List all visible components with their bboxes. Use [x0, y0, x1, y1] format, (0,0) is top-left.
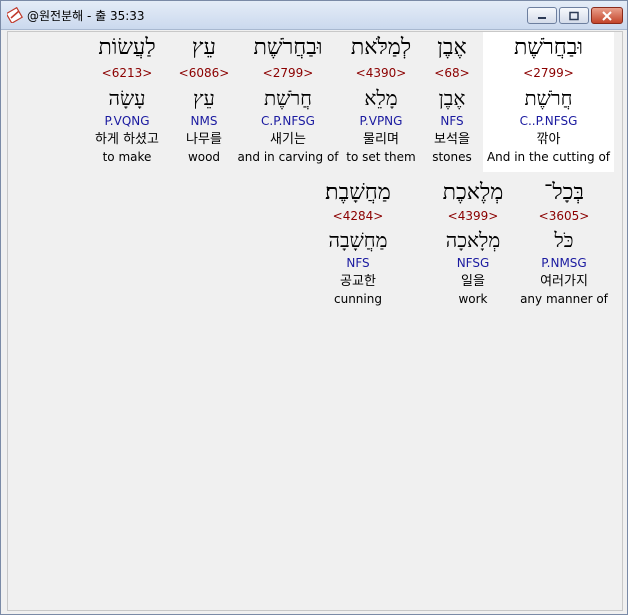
- strong-number[interactable]: <2799>: [236, 66, 340, 80]
- maximize-icon: [569, 11, 579, 20]
- hebrew-word: מְלֶאכֶת: [442, 180, 504, 205]
- hebrew-word: וּבַחֲרֹשֶׁת: [253, 35, 323, 60]
- word-cell[interactable]: וּבַחֲרֹשֶׁת <2799> חֲרֹשֶׁת C..P.NFSG 깎…: [483, 32, 614, 172]
- lexeme: עֵץ: [193, 86, 215, 110]
- morphology-code: C.P.NFSG: [261, 114, 315, 128]
- korean-gloss: 깎아: [536, 132, 561, 147]
- word-cell[interactable]: מַחֲשָׁבֶת׃ <4284> מַחֲשָׁבָה NFS 공교한 cu…: [308, 177, 408, 317]
- strong-number[interactable]: <2799>: [483, 66, 614, 80]
- morphology-code: NMS: [190, 114, 218, 128]
- word-cell[interactable]: אֶבֶן <68> אֶבֶן NFS 보석을 stones: [422, 32, 482, 172]
- lexeme: עָשָׂה: [108, 86, 146, 110]
- hebrew-word: לְמַלֹּאת: [350, 35, 412, 60]
- minimize-button[interactable]: [527, 7, 557, 24]
- strong-number[interactable]: <3605>: [514, 209, 614, 223]
- strong-number[interactable]: <6086>: [174, 66, 234, 80]
- morphology-code: NFS: [440, 114, 464, 128]
- korean-gloss: 물리며: [363, 132, 399, 147]
- hebrew-word: מַחֲשָׁבֶת׃: [325, 180, 391, 205]
- english-gloss: to set them: [346, 150, 416, 164]
- hebrew-word: בְּכָל־: [543, 180, 585, 205]
- word-cell[interactable]: וּבַחֲרֹשֶׁת <2799> חֲרֹשֶׁת C.P.NFSG 새기…: [236, 32, 340, 172]
- lexeme: כֹּל: [554, 228, 574, 252]
- strong-number[interactable]: <6213>: [82, 66, 172, 80]
- english-gloss: stones: [432, 150, 472, 164]
- close-button[interactable]: [591, 7, 623, 24]
- english-gloss: and in carving of: [237, 150, 339, 164]
- strong-number[interactable]: <4399>: [428, 209, 518, 223]
- korean-gloss: 하게 하셨고: [95, 132, 159, 147]
- strong-number[interactable]: <4390>: [341, 66, 421, 80]
- english-gloss: work: [458, 292, 488, 306]
- lexeme: חֲרֹשֶׁת: [524, 86, 573, 110]
- morphology-code: C..P.NFSG: [519, 114, 578, 128]
- morphology-code: P.VPNG: [359, 114, 403, 128]
- hebrew-word: וּבַחֲרֹשֶׁת: [513, 35, 584, 60]
- korean-gloss: 공교한: [340, 274, 376, 289]
- korean-gloss: 보석을: [434, 132, 470, 147]
- word-cell[interactable]: עֵץ <6086> עֵץ NMS 나무를 wood: [174, 32, 234, 172]
- app-logo-icon: [5, 6, 24, 25]
- close-icon: [602, 10, 612, 21]
- english-gloss: cunning: [334, 292, 382, 306]
- english-gloss: any manner of: [520, 292, 608, 306]
- word-cell[interactable]: לְמַלֹּאת <4390> מָלֵא P.VPNG 물리며 to set…: [341, 32, 421, 172]
- hebrew-word: לַעֲשׂוֹת: [98, 35, 156, 60]
- lexeme: מַחֲשָׁבָה: [328, 228, 388, 252]
- korean-gloss: 나무를: [186, 132, 222, 147]
- app-window: @원전분해 - 출 35:33 וּבַחֲרֹשֶׁת <2799> חֲרֹ…: [0, 0, 628, 615]
- title-bar[interactable]: @원전분해 - 출 35:33: [1, 1, 627, 30]
- hebrew-word: אֶבֶן: [437, 35, 467, 60]
- word-cell[interactable]: לַעֲשׂוֹת <6213> עָשָׂה P.VQNG 하게 하셨고 to…: [82, 32, 172, 172]
- english-gloss: wood: [187, 150, 221, 164]
- minimize-icon: [538, 16, 546, 19]
- lexeme: אֶבֶן: [438, 86, 466, 110]
- strong-number[interactable]: <68>: [422, 66, 482, 80]
- morphology-code: P.VQNG: [104, 114, 150, 128]
- word-cell[interactable]: בְּכָל־ <3605> כֹּל P.NMSG 여러가지 any mann…: [514, 177, 614, 317]
- english-gloss: to make: [102, 150, 152, 164]
- strong-number[interactable]: <4284>: [308, 209, 408, 223]
- korean-gloss: 여러가지: [540, 274, 588, 289]
- korean-gloss: 새기는: [270, 132, 306, 147]
- lexeme: מָלֵא: [364, 86, 398, 110]
- morphology-code: NFS: [346, 256, 370, 270]
- maximize-button[interactable]: [559, 7, 589, 24]
- english-gloss: And in the cutting of: [486, 150, 611, 164]
- hebrew-word: עֵץ: [192, 35, 216, 60]
- window-title: @원전분해 - 출 35:33: [27, 9, 145, 23]
- lexeme: מְלָאכָה: [445, 228, 501, 252]
- word-cell[interactable]: מְלֶאכֶת <4399> מְלָאכָה NFSG 일을 work: [428, 177, 518, 317]
- morphology-code: P.NMSG: [541, 256, 587, 270]
- morphology-code: NFSG: [456, 256, 490, 270]
- lexeme: חֲרֹשֶׁת: [263, 86, 313, 110]
- interlinear-view[interactable]: וּבַחֲרֹשֶׁת <2799> חֲרֹשֶׁת C..P.NFSG 깎…: [7, 31, 623, 611]
- korean-gloss: 일을: [461, 274, 485, 289]
